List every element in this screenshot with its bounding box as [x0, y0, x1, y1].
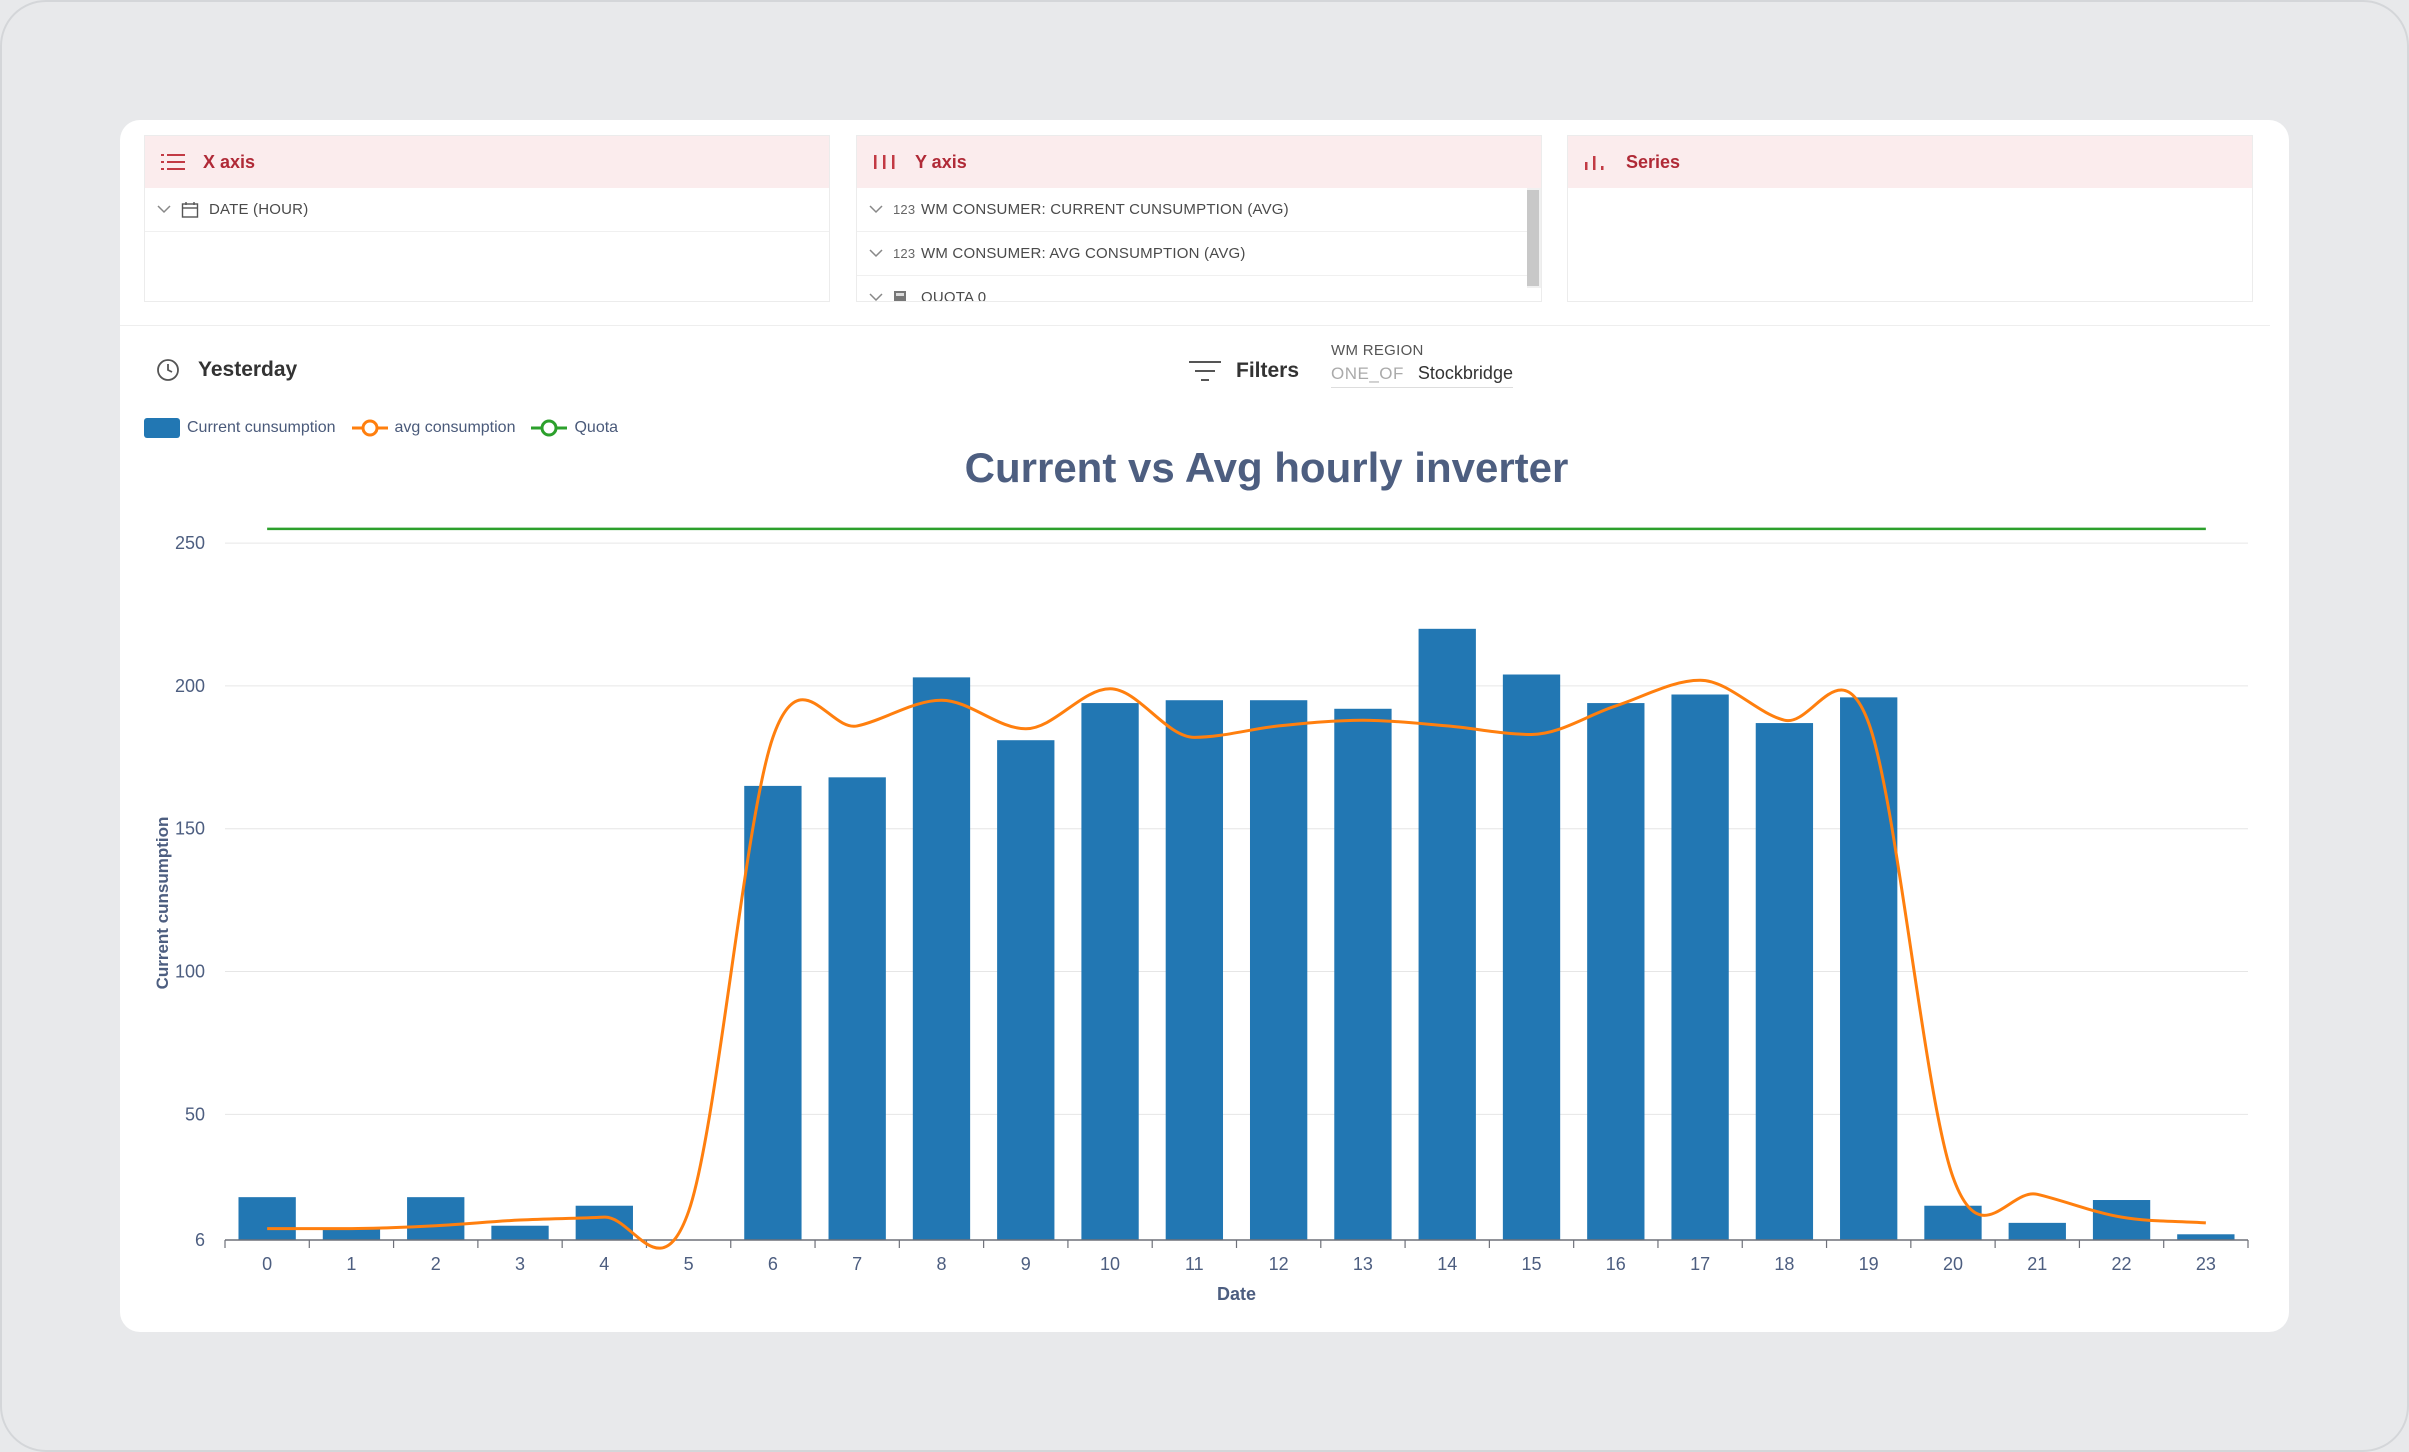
bar [828, 777, 886, 1240]
bar [912, 677, 971, 1240]
bar [1755, 723, 1814, 1240]
bar [1249, 700, 1308, 1240]
x-tick-label: 4 [599, 1254, 609, 1274]
x-tick-label: 6 [768, 1254, 778, 1274]
y-tick-label: 50 [185, 1104, 205, 1124]
bar [407, 1197, 465, 1240]
x-tick-label: 21 [2027, 1254, 2047, 1274]
bar [1334, 708, 1392, 1240]
x-tick-label: 20 [1943, 1254, 1963, 1274]
x-tick-label: 3 [515, 1254, 525, 1274]
x-tick-label: 2 [431, 1254, 441, 1274]
x-tick-label: 16 [1606, 1254, 1626, 1274]
x-tick-label: 0 [262, 1254, 272, 1274]
bar [1418, 628, 1476, 1240]
chart-card: X axis DATE (HOUR) Y axis 123 WM CONSUME… [120, 120, 2289, 1332]
bar [1081, 703, 1139, 1240]
x-tick-label: 9 [1021, 1254, 1031, 1274]
x-tick-label: 10 [1100, 1254, 1120, 1274]
x-tick-label: 22 [2112, 1254, 2132, 1274]
bar [1587, 703, 1645, 1240]
bar [575, 1205, 633, 1240]
bar [322, 1228, 381, 1240]
y-tick-label: 250 [175, 533, 205, 553]
y-tick-label: 100 [175, 962, 205, 982]
bar [744, 785, 802, 1240]
x-tick-label: 15 [1522, 1254, 1542, 1274]
x-tick-label: 14 [1437, 1254, 1457, 1274]
y-tick-label: 150 [175, 819, 205, 839]
x-tick-label: 12 [1269, 1254, 1289, 1274]
x-tick-label: 5 [684, 1254, 694, 1274]
chart-title: Current vs Avg hourly inverter [965, 444, 1569, 491]
x-tick-label: 1 [346, 1254, 356, 1274]
x-tick-label: 8 [936, 1254, 946, 1274]
bar [2008, 1222, 2066, 1240]
bar [238, 1197, 296, 1240]
x-tick-label: 7 [852, 1254, 862, 1274]
bar [1165, 700, 1224, 1240]
bar [1502, 674, 1561, 1240]
bar [491, 1225, 549, 1240]
x-tick-label: 17 [1690, 1254, 1710, 1274]
x-axis-title: Date [1217, 1284, 1256, 1304]
y-axis-title: Current cunsumption [153, 817, 172, 990]
x-tick-label: 13 [1353, 1254, 1373, 1274]
y-tick-label: 6 [195, 1230, 205, 1250]
bar [997, 740, 1055, 1240]
x-tick-label: 18 [1774, 1254, 1794, 1274]
bar [2177, 1234, 2235, 1240]
x-tick-label: 11 [1185, 1254, 1204, 1274]
bar [1671, 694, 1729, 1240]
y-tick-label: 200 [175, 676, 205, 696]
x-tick-label: 19 [1859, 1254, 1879, 1274]
avg-consumption-line [267, 678, 2206, 1250]
chart-canvas: Current vs Avg hourly inverter6501001502… [153, 444, 2249, 1304]
bar [1840, 697, 1898, 1240]
x-tick-label: 23 [2196, 1254, 2216, 1274]
